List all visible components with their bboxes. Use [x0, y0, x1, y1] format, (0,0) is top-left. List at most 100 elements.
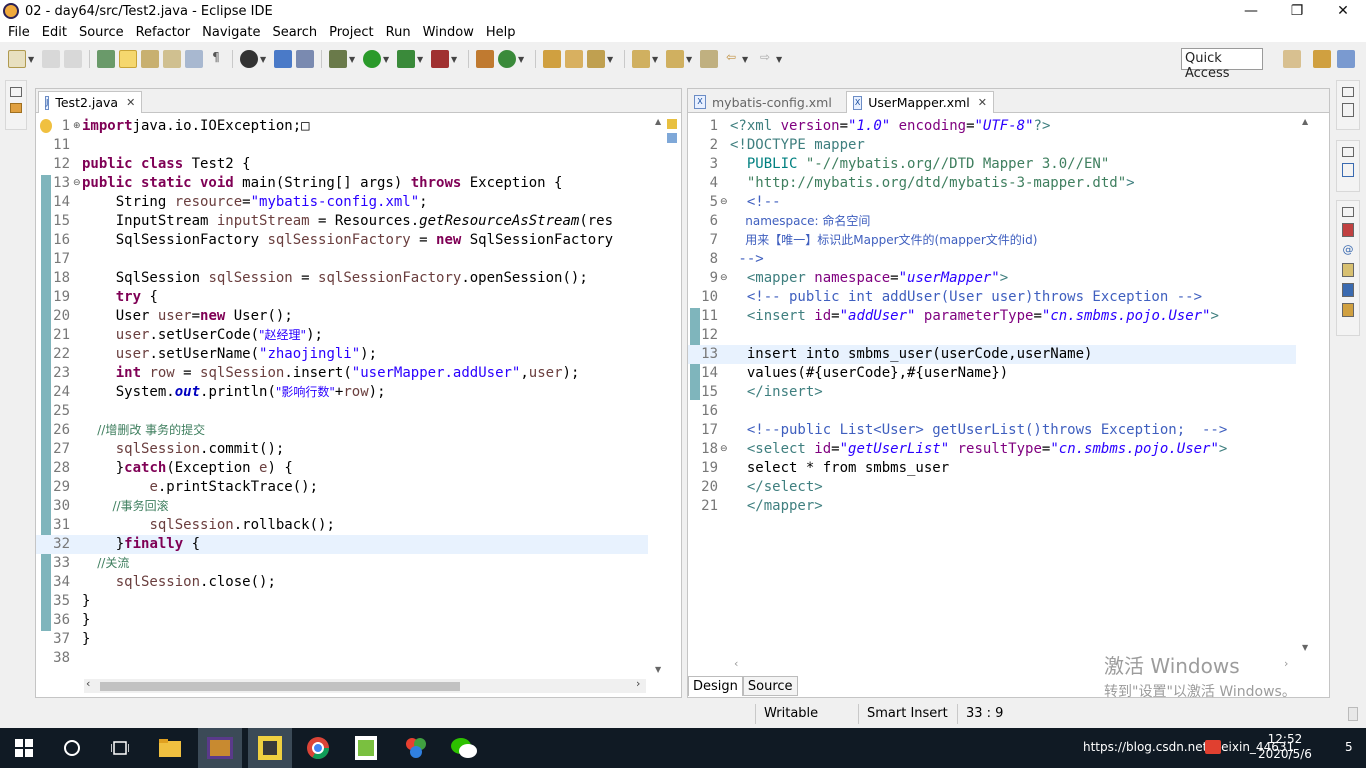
code-line[interactable]: 33 //关流: [36, 554, 648, 573]
close-button[interactable]: ✕: [1320, 0, 1366, 22]
chevron-down-icon[interactable]: ▼: [518, 55, 526, 64]
code-line[interactable]: 26 //增删改 事务的提交: [36, 421, 648, 440]
code-line[interactable]: 6 namespace: 命名空间: [688, 212, 1296, 231]
debug-icon[interactable]: [240, 50, 258, 68]
chevron-down-icon[interactable]: ▼: [607, 55, 615, 64]
restore-icon[interactable]: [1342, 87, 1354, 97]
code-line[interactable]: 29 e.printStackTrace();: [36, 478, 648, 497]
system-clock[interactable]: 12:52 2020/5/6: [1258, 732, 1312, 762]
code-line[interactable]: 4 "http://mybatis.org/dtd/mybatis-3-mapp…: [688, 174, 1296, 193]
pilcrow-icon[interactable]: ¶: [207, 50, 225, 68]
code-line[interactable]: 20 </select>: [688, 478, 1296, 497]
scroll-right-icon[interactable]: ›: [636, 677, 640, 690]
horizontal-scrollbar[interactable]: ‹ ›: [84, 677, 646, 693]
close-tab-icon[interactable]: ✕: [126, 96, 135, 109]
coverage-icon[interactable]: [397, 50, 415, 68]
chrome-icon[interactable]: [302, 732, 334, 764]
back-icon[interactable]: ⇦: [722, 50, 740, 68]
bug-icon[interactable]: [329, 50, 347, 68]
search-tool-icon[interactable]: [587, 50, 605, 68]
scroll-down-icon[interactable]: ▼: [1302, 643, 1308, 652]
open-perspective-icon[interactable]: [1283, 50, 1301, 68]
vertical-scrollbar[interactable]: ▲ ▼: [1299, 117, 1313, 657]
console-icon[interactable]: [1342, 283, 1354, 297]
maximize-button[interactable]: ❐: [1274, 0, 1320, 22]
scroll-left-icon[interactable]: ‹: [86, 677, 90, 690]
code-line[interactable]: 2 <!DOCTYPE mapper: [688, 136, 1296, 155]
menu-run[interactable]: Run: [380, 25, 417, 40]
scroll-thumb[interactable]: [100, 682, 460, 691]
progress-icon[interactable]: [1348, 707, 1358, 721]
chevron-down-icon[interactable]: ▼: [260, 55, 268, 64]
windows-start-icon[interactable]: [8, 732, 40, 764]
search-icon[interactable]: [56, 732, 88, 764]
code-line[interactable]: 14 values(#{userCode},#{userName}): [688, 364, 1296, 383]
save-all-icon[interactable]: [64, 50, 82, 68]
quick-access-field[interactable]: Quick Access: [1181, 48, 1263, 81]
code-line[interactable]: 21 user.setUserCode("赵经理");: [36, 326, 648, 345]
skip-breakpoints-icon[interactable]: [296, 50, 314, 68]
code-line[interactable]: 16: [688, 402, 1296, 421]
task-view-icon[interactable]: [104, 732, 136, 764]
file-explorer-icon[interactable]: [154, 732, 186, 764]
code-line[interactable]: 8 -->: [688, 250, 1296, 269]
tab-design[interactable]: Design: [688, 676, 743, 696]
highlight-icon[interactable]: [119, 50, 137, 68]
code-line[interactable]: 13 public static void main(String[] args)…: [36, 174, 648, 193]
code-line[interactable]: 12: [688, 326, 1296, 345]
chevron-down-icon[interactable]: ▼: [28, 55, 36, 64]
tab-mybatis-config-xml[interactable]: X mybatis-config.xml: [688, 91, 840, 113]
problems-icon[interactable]: [1342, 223, 1354, 237]
task-list-icon[interactable]: [1342, 103, 1354, 117]
code-line[interactable]: 24 System.out.println("影响行数"+row);: [36, 383, 648, 402]
code-line[interactable]: 1 <?xml version="1.0" encoding="UTF-8"?>: [688, 117, 1296, 136]
code-line[interactable]: 19 try {: [36, 288, 648, 307]
scroll-left-icon[interactable]: ‹: [734, 657, 738, 670]
menu-search[interactable]: Search: [266, 25, 323, 40]
outline-icon[interactable]: [1342, 163, 1354, 177]
save-icon[interactable]: [42, 50, 60, 68]
restore-icon[interactable]: [1342, 207, 1354, 217]
restore-icon[interactable]: [1342, 147, 1354, 157]
forward-icon[interactable]: ⇨: [756, 50, 774, 68]
code-line[interactable]: 35}: [36, 592, 648, 611]
declaration-icon[interactable]: [1342, 263, 1354, 277]
menu-project[interactable]: Project: [323, 25, 379, 40]
chevron-down-icon[interactable]: ▼: [417, 55, 425, 64]
mark-occurrences-icon[interactable]: [141, 50, 159, 68]
chevron-down-icon[interactable]: ▼: [383, 55, 391, 64]
code-line[interactable]: 37}: [36, 630, 648, 649]
code-line[interactable]: 5 <!--: [688, 193, 1296, 212]
code-line[interactable]: 34 sqlSession.close();: [36, 573, 648, 592]
javadoc-icon[interactable]: @: [1342, 243, 1354, 257]
code-line[interactable]: 38: [36, 649, 648, 668]
code-line[interactable]: 17: [36, 250, 648, 269]
tab-test2-java[interactable]: J Test2.java ✕: [38, 91, 142, 113]
code-line[interactable]: 28 }catch(Exception e) {: [36, 459, 648, 478]
chevron-down-icon[interactable]: ▼: [776, 55, 784, 64]
code-line[interactable]: 36}: [36, 611, 648, 630]
notes-taskbar-icon[interactable]: [248, 728, 292, 768]
chevron-down-icon[interactable]: ▼: [349, 55, 357, 64]
code-line[interactable]: 30 //事务回滚: [36, 497, 648, 516]
wechat-icon[interactable]: [448, 732, 480, 764]
new-package-icon[interactable]: [476, 50, 494, 68]
tab-source[interactable]: Source: [742, 676, 798, 696]
scroll-up-icon[interactable]: ▲: [655, 117, 661, 126]
code-line[interactable]: 18 <select id="getUserList" resultType="…: [688, 440, 1296, 459]
code-line[interactable]: 9 <mapper namespace="userMapper">: [688, 269, 1296, 288]
servers-icon[interactable]: [1342, 303, 1354, 317]
chevron-down-icon[interactable]: ▼: [742, 55, 750, 64]
code-line[interactable]: 16 SqlSessionFactory sqlSessionFactory =…: [36, 231, 648, 250]
java-perspective-icon[interactable]: [1337, 50, 1355, 68]
code-line[interactable]: 20 User user=new User();: [36, 307, 648, 326]
menu-refactor[interactable]: Refactor: [130, 25, 197, 40]
vertical-scrollbar[interactable]: ▲ ▼: [652, 117, 666, 677]
menu-edit[interactable]: Edit: [36, 25, 73, 40]
scroll-up-icon[interactable]: ▲: [1302, 117, 1308, 126]
notepad-plus-icon[interactable]: [350, 732, 382, 764]
code-line[interactable]: 10 <!-- public int addUser(User user)thr…: [688, 288, 1296, 307]
code-line[interactable]: 22 user.setUserName("zhaojingli");: [36, 345, 648, 364]
next-annotation-icon[interactable]: [632, 50, 650, 68]
menu-help[interactable]: Help: [480, 25, 522, 40]
